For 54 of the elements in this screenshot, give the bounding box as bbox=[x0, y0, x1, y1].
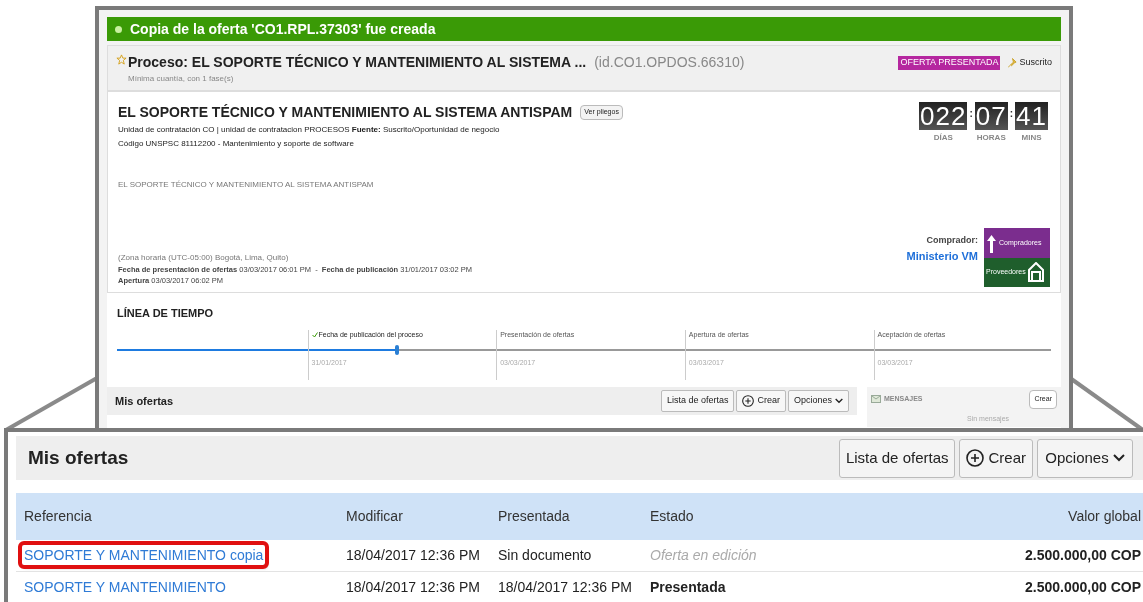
countdown-label: MINS bbox=[1021, 132, 1042, 144]
plus-circle-icon bbox=[966, 449, 985, 467]
house-icon bbox=[1027, 262, 1044, 283]
submitted-cell-text: Sin documento bbox=[498, 546, 593, 565]
buyer-name[interactable]: Ministerio VM bbox=[906, 247, 978, 264]
countdown-label: DÍAS bbox=[933, 132, 953, 144]
chevron-down-icon bbox=[1112, 454, 1125, 462]
description-text: EL SOPORTE TÉCNICO Y MANTENIMIENTO AL SISTEMA ANTISPAM bbox=[118, 179, 375, 191]
plus-circle-icon bbox=[742, 395, 755, 407]
options-button[interactable]: Opciones bbox=[787, 390, 849, 412]
column-header: Modificar bbox=[346, 507, 404, 526]
timezone-text: (Zona horaria (UTC-05:00) Bogotá, Lima, Quito) bbox=[118, 251, 290, 264]
offers-title: Mis ofertas bbox=[28, 445, 129, 470]
offers-title: Mis ofertas bbox=[115, 393, 174, 409]
unspsc-line: Código UNSPSC 81112200 - Mantenimiento y soporte de software bbox=[118, 138, 355, 150]
countdown-digits: 07 bbox=[974, 102, 1008, 130]
modified-cell-text: 18/04/2017 12:36 PM bbox=[346, 578, 481, 597]
buyer-label: Comprador: bbox=[926, 234, 978, 247]
offer-link[interactable]: SOPORTE Y MANTENIMIENTO bbox=[24, 579, 226, 595]
countdown-digits: 022 bbox=[919, 102, 968, 130]
list-offers-button[interactable]: Lista de ofertas bbox=[660, 390, 735, 412]
process-id: (id.CO1.OPDOS.66310) bbox=[594, 53, 745, 72]
countdown-separator: : bbox=[969, 107, 973, 121]
status-cell-text: Presentada bbox=[650, 578, 727, 597]
subscribed-label[interactable]: Suscrito bbox=[1019, 56, 1052, 70]
submitted-cell-text: 18/04/2017 12:36 PM bbox=[498, 578, 633, 597]
create-button[interactable]: Crear bbox=[736, 390, 786, 412]
countdown-label: HORAS bbox=[976, 132, 1006, 144]
countdown-separator: : bbox=[1009, 107, 1014, 121]
countdown-digits: 41 bbox=[1015, 102, 1048, 130]
pin-icon bbox=[1008, 57, 1018, 68]
list-offers-button[interactable]: Lista de ofertas bbox=[838, 438, 956, 478]
create-button[interactable]: Crear bbox=[959, 438, 1033, 478]
value-cell-text: 2.500.000,00 COP bbox=[1024, 546, 1141, 565]
options-button[interactable]: Opciones bbox=[1037, 438, 1133, 478]
unit-line: Unidad de contratación CO | unidad de contratacion PROCESOS Fuente: Suscrito/Oportunidad de negocio bbox=[118, 124, 501, 136]
column-header: Valor global bbox=[1067, 507, 1141, 526]
column-header: Referencia bbox=[24, 507, 93, 526]
status-cell-text: Oferta en edición bbox=[650, 546, 758, 565]
value-cell-text: 2.500.000,00 COP bbox=[1024, 578, 1141, 597]
column-header: Estado bbox=[650, 507, 695, 526]
process-title: Proceso: EL SOPORTE TÉCNICO Y MANTENIMIENTO AL SISTEMA ... bbox=[128, 53, 587, 72]
column-header: Presentada bbox=[498, 507, 571, 526]
timeline-title: LÍNEA DE TIEMPO bbox=[117, 306, 215, 321]
status-badge: OFERTA PRESENTADA bbox=[898, 56, 1001, 70]
star-icon[interactable] bbox=[116, 54, 127, 65]
detail-title: EL SOPORTE TÉCNICO Y MANTENIMIENTO AL SISTEMA ANTISPAM bbox=[118, 103, 573, 122]
process-subtitle: Mínima cuantía, con 1 fase(s) bbox=[128, 73, 235, 85]
banner-text: Copia de la oferta 'CO1.RPL.37303' fue creada bbox=[130, 19, 436, 39]
envelope-icon bbox=[871, 395, 881, 404]
timeline-thumb[interactable] bbox=[395, 344, 400, 355]
arrow-up-icon bbox=[986, 232, 997, 253]
chevron-down-icon bbox=[835, 398, 843, 404]
modified-cell-text: 18/04/2017 12:36 PM bbox=[346, 546, 481, 565]
